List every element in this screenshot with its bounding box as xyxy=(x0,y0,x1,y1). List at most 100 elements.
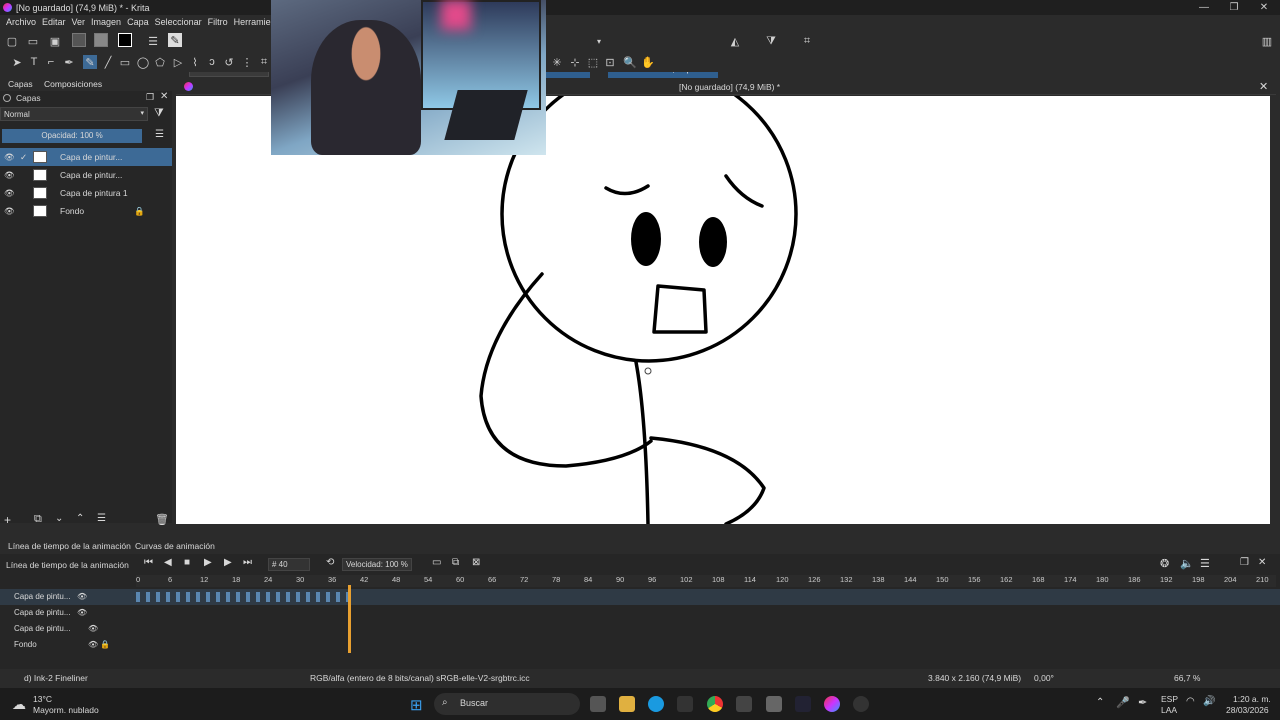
minimize-button[interactable]: — xyxy=(1188,0,1220,15)
magic-wand-icon[interactable]: ✳ xyxy=(550,55,564,69)
polyline-tool-icon[interactable]: ▷ xyxy=(171,55,185,69)
layer-row[interactable]: 👁 ✓ Capa de pintur... xyxy=(0,148,172,166)
duplicate-frame-icon[interactable]: ⧉ xyxy=(452,557,459,568)
edge-icon[interactable] xyxy=(648,696,664,712)
timeline-menu-icon[interactable]: ☰ xyxy=(1200,557,1210,570)
polygon-tool-icon[interactable]: ⬠ xyxy=(153,55,167,69)
layer-row[interactable]: 👁 Capa de pintura 1 xyxy=(0,184,172,202)
timeline-layer-row[interactable]: Fondo 👁 🔒 xyxy=(0,637,1280,653)
eye-icon[interactable]: 👁 xyxy=(88,637,98,653)
app-icon[interactable] xyxy=(736,696,752,712)
windows-start-icon[interactable]: ⊞ xyxy=(410,696,423,714)
gradient-icon[interactable] xyxy=(94,33,108,47)
close-document-icon[interactable]: ✕ xyxy=(1259,80,1268,93)
new-document-icon[interactable]: ▢ xyxy=(5,34,19,48)
text-tool-icon[interactable]: T xyxy=(27,55,41,69)
maximize-button[interactable]: ❐ xyxy=(1218,0,1250,15)
magnetic-select-icon[interactable]: ⊡ xyxy=(603,55,617,69)
similar-select-icon[interactable]: ⊹ xyxy=(568,55,582,69)
language-variant[interactable]: LAA xyxy=(1161,705,1177,715)
timeline-layer-row[interactable]: Capa de pintu... 👁 xyxy=(0,605,1280,621)
obs-icon[interactable] xyxy=(853,696,869,712)
bezier-tool-icon[interactable]: ⌇ xyxy=(188,55,202,69)
mirror-vertical-icon[interactable]: ⧩ xyxy=(764,34,778,48)
rectangle-tool-icon[interactable]: ▭ xyxy=(118,55,132,69)
add-layer-icon[interactable]: + xyxy=(4,513,11,527)
line-tool-icon[interactable]: ╱ xyxy=(101,55,115,69)
select-tool-icon[interactable]: ➤ xyxy=(10,55,24,69)
task-view-icon[interactable] xyxy=(590,696,606,712)
chrome-icon[interactable] xyxy=(707,696,723,712)
edit-shapes-icon[interactable]: ⌐ xyxy=(44,55,58,69)
menu-ver[interactable]: Ver xyxy=(72,17,86,27)
prev-frame-icon[interactable]: ◀ xyxy=(164,557,172,568)
timeline-layer-row[interactable]: Capa de pintu... 👁 xyxy=(0,589,1280,605)
eye-icon[interactable]: 👁 xyxy=(4,184,15,202)
save-icon[interactable]: ▣ xyxy=(48,34,62,48)
freehand-brush-icon[interactable]: ✎ xyxy=(83,55,97,69)
bezier-select-icon[interactable]: ⬚ xyxy=(586,55,600,69)
menu-imagen[interactable]: Imagen xyxy=(91,17,121,27)
layer-blend-select[interactable]: Normal ▾ xyxy=(0,107,148,121)
wrap-around-icon[interactable]: ⌗ xyxy=(800,34,814,48)
menu-filtro[interactable]: Filtro xyxy=(208,17,228,27)
layer-properties-icon[interactable]: ☰ xyxy=(97,513,106,524)
multibrush-icon[interactable]: ⋮ xyxy=(240,55,254,69)
loop-icon[interactable]: ⟲ xyxy=(326,557,334,568)
weather-icon[interactable]: ☁ xyxy=(12,696,26,713)
close-timeline-icon[interactable]: ✕ xyxy=(1258,557,1266,568)
pattern-icon[interactable] xyxy=(72,33,86,47)
calculator-icon[interactable] xyxy=(766,696,782,712)
playhead[interactable] xyxy=(348,585,351,653)
language-code[interactable]: ESP xyxy=(1161,694,1178,704)
timeline-layer-row[interactable]: Capa de pintu... 👁 xyxy=(0,621,1280,637)
layer-row[interactable]: 👁 Fondo 🔒 xyxy=(0,202,172,220)
move-up-icon[interactable]: ⌃ xyxy=(76,513,84,524)
menu-capa[interactable]: Capa xyxy=(127,17,149,27)
brush-preset-icon[interactable]: ✎ xyxy=(168,33,182,47)
mic-icon[interactable]: 🎤 xyxy=(1116,696,1130,709)
remove-frame-icon[interactable]: ⊠ xyxy=(472,557,480,568)
tab-animation-curves[interactable]: Curvas de animación xyxy=(135,541,215,551)
volume-icon[interactable]: 🔊 xyxy=(1203,696,1215,707)
filter-icon[interactable]: ⧩ xyxy=(154,107,164,120)
mirror-horizontal-icon[interactable]: ◭ xyxy=(728,34,742,48)
calligraphy-icon[interactable]: ✒ xyxy=(62,55,76,69)
duplicate-layer-icon[interactable]: ⧉ xyxy=(34,513,42,526)
next-frame-icon[interactable]: ▶ xyxy=(224,557,232,568)
play-icon[interactable]: ▶ xyxy=(204,557,212,568)
chevron-down-icon[interactable]: ▾ xyxy=(592,34,606,48)
eye-icon[interactable]: 👁 xyxy=(4,148,15,166)
store-icon[interactable] xyxy=(677,696,693,712)
dynamic-brush-icon[interactable]: ↺ xyxy=(222,55,236,69)
audio-icon[interactable]: 🔈 xyxy=(1180,557,1194,570)
eye-icon[interactable]: 👁 xyxy=(77,605,87,621)
add-frame-icon[interactable]: ▭ xyxy=(432,557,441,568)
search-box[interactable]: ⌕ Buscar xyxy=(434,693,580,715)
speed-field[interactable]: Velocidad: 100 % xyxy=(342,558,412,571)
clock-time[interactable]: 1:20 a. m. xyxy=(1233,694,1271,704)
tab-animation-timeline[interactable]: Línea de tiempo de la animación xyxy=(8,541,131,551)
crop-tool-icon[interactable]: ⌗ xyxy=(257,55,271,69)
eye-icon[interactable]: 👁 xyxy=(4,202,15,220)
open-folder-icon[interactable]: ▭ xyxy=(26,34,40,48)
color-swap-icon[interactable] xyxy=(118,33,132,47)
last-frame-icon[interactable]: ⏭ xyxy=(243,557,252,568)
menu-editar[interactable]: Editar xyxy=(42,17,66,27)
layer-opacity-slider[interactable]: Opacidad: 100 % xyxy=(2,129,142,143)
freehand-path-icon[interactable]: ↄ xyxy=(205,55,219,69)
delete-layer-icon[interactable]: 🗑 xyxy=(155,513,169,526)
frame-field[interactable]: # 40 xyxy=(268,558,310,571)
panel-layout-icon[interactable]: ▥ xyxy=(1260,34,1274,48)
eye-icon[interactable]: 👁 xyxy=(4,166,15,184)
tray-chevron-icon[interactable]: ⌃ xyxy=(1096,697,1104,708)
layer-options-icon[interactable]: ☰ xyxy=(155,129,164,140)
onion-skin-icon[interactable]: ❂ xyxy=(1160,557,1169,570)
pan-tool-icon[interactable]: ✋ xyxy=(641,55,655,69)
tab-composiciones[interactable]: Composiciones xyxy=(44,79,102,89)
davinci-icon[interactable] xyxy=(795,696,811,712)
brush-settings-icon[interactable]: ☰ xyxy=(146,34,160,48)
close-window-button[interactable]: ✕ xyxy=(1248,0,1280,15)
clock-date[interactable]: 28/03/2026 xyxy=(1226,705,1269,715)
tab-capas[interactable]: Capas xyxy=(8,79,33,89)
